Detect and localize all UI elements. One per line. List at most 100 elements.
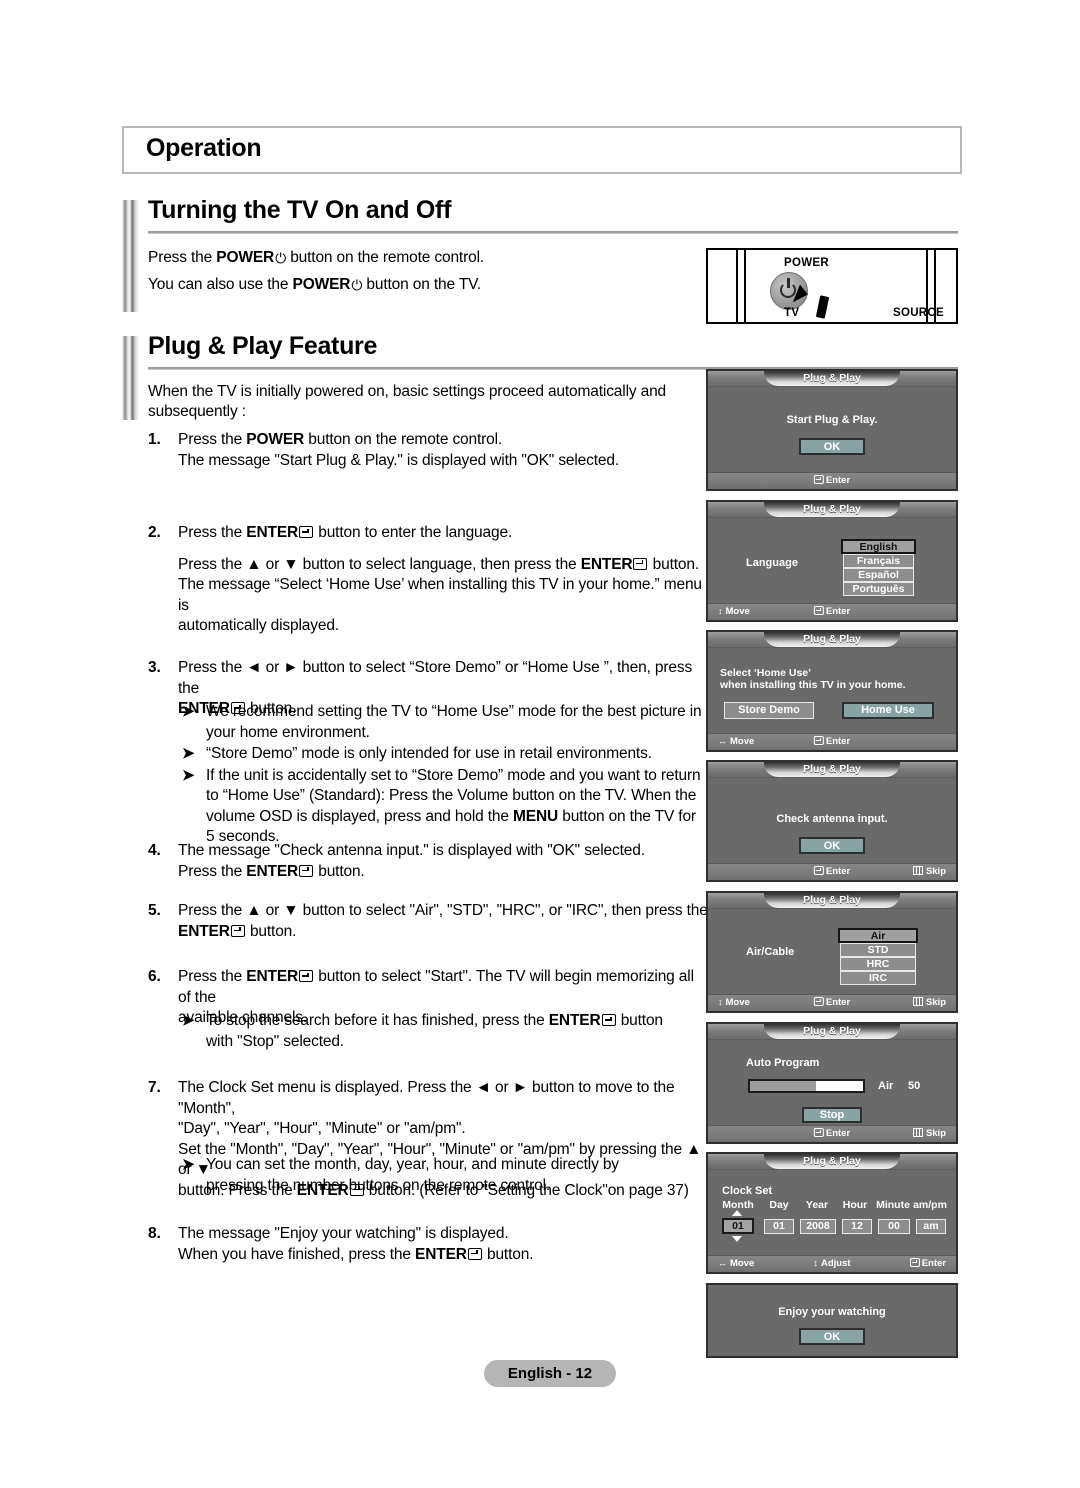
tv-front-panel-illustration: POWER TV SOURCE — [706, 248, 958, 324]
enter-icon — [813, 736, 824, 745]
step-1-line-1: Press the POWER button on the remote con… — [178, 431, 503, 448]
hint-move: ↔ Move — [718, 736, 754, 747]
tv-panel-power-label: POWER — [784, 257, 829, 269]
osd-hint-bar: Enter — [708, 472, 956, 489]
step-3-bullets: ➤ We recommend setting the TV to “Home Us… — [180, 702, 705, 849]
clock-field-minute[interactable]: 00 — [878, 1219, 910, 1234]
enter-icon — [299, 526, 314, 538]
hint-label: Move — [730, 736, 755, 747]
option-francais[interactable]: Français — [843, 554, 914, 568]
step-6-number: 6. — [148, 968, 161, 985]
osd-hint-bar: ↕ Move Enter Skip — [708, 994, 956, 1011]
option-portugues[interactable]: Português — [843, 582, 914, 596]
hint-enter: Enter — [813, 997, 850, 1008]
clock-field-ampm[interactable]: am — [916, 1219, 946, 1234]
option-espanol[interactable]: Español — [843, 568, 914, 582]
clock-header-minute: Minute — [876, 1199, 910, 1211]
clock-header-hour: Hour — [842, 1199, 868, 1211]
clock-field-month[interactable]: 01 — [722, 1218, 754, 1234]
hint-label: Skip — [925, 866, 946, 877]
osd-title: Plug & Play — [764, 632, 900, 647]
bullet-item: ➤ To stop the search before it has finish… — [180, 1011, 680, 1052]
osd-body: Language English Français Español Portug… — [708, 517, 956, 604]
step-1-number: 1. — [148, 431, 161, 448]
hint-label: Enter — [825, 475, 851, 486]
updown-icon: ↕ — [718, 606, 723, 616]
air-cable-label: Air/Cable — [746, 946, 795, 958]
spinner-up-icon — [732, 1210, 742, 1216]
option-std[interactable]: STD — [840, 943, 916, 957]
hint-label: Enter — [825, 736, 851, 747]
chapter-title-box: Operation — [122, 126, 962, 174]
enter-icon — [467, 1247, 482, 1260]
hint-move: ↔ Move — [718, 1258, 754, 1269]
scan-band-label: Air — [878, 1080, 894, 1092]
step-6-bullets: ➤ To stop the search before it has finish… — [180, 1011, 680, 1053]
scan-progress-fill — [750, 1081, 816, 1091]
hint-label: Enter — [825, 866, 851, 877]
hint-label: Move — [730, 1258, 755, 1269]
option-air[interactable]: Air — [838, 928, 918, 943]
turning-on-line-1: Press the POWER⏻ button on the remote co… — [148, 248, 484, 268]
option-english[interactable]: English — [841, 539, 916, 554]
osd-body: Enjoy your watching OK — [708, 1285, 956, 1356]
step-3-number: 3. — [148, 659, 161, 676]
osd-hint-bar: ↔ Move Enter — [708, 733, 956, 750]
step-7-line-1: The Clock Set menu is displayed. Press t… — [178, 1079, 675, 1117]
panel-seam-left-2 — [744, 250, 746, 322]
hint-label: Move — [725, 606, 750, 617]
option-irc[interactable]: IRC — [840, 971, 916, 985]
enter-icon — [601, 1014, 616, 1026]
osd-hint-bar: ↕ Move Enter — [708, 603, 956, 620]
hint-skip: Skip — [912, 1128, 946, 1139]
step-4-number: 4. — [148, 842, 161, 859]
step-4-line-1: The message "Check antenna input." is di… — [178, 842, 645, 859]
osd-panel-air-cable: Plug & Play Air/Cable Air STD HRC IRC ↕ M… — [706, 891, 958, 1013]
turning-on-line-2-pre: You can also use the — [148, 276, 293, 293]
ok-button[interactable]: OK — [799, 1328, 865, 1345]
manual-page: Operation Turning the TV On and Off Pres… — [0, 0, 1080, 1488]
skip-icon — [912, 866, 923, 875]
hint-label: Skip — [925, 997, 946, 1008]
arrow-bullet-icon: ➤ — [182, 745, 195, 762]
ok-button[interactable]: OK — [799, 438, 865, 455]
section-accent-bar — [122, 200, 139, 312]
store-demo-button[interactable]: Store Demo — [724, 702, 814, 719]
clock-field-day[interactable]: 01 — [764, 1219, 794, 1234]
ok-button[interactable]: OK — [799, 837, 865, 854]
hint-adjust: ↕ Adjust — [813, 1258, 850, 1269]
power-symbol-icon: ⏻ — [275, 250, 287, 266]
osd-title: Plug & Play — [764, 1154, 900, 1169]
tv-panel-tv-label: TV — [784, 307, 800, 319]
step-2-line-1: Press the ENTER button to enter the lang… — [178, 524, 513, 541]
bullet-text: “Store Demo” mode is only intended for u… — [206, 745, 652, 762]
turning-on-line-1-post: button on the remote control. — [286, 249, 485, 266]
power-symbol-icon-2: ⏻ — [351, 277, 363, 293]
osd-message: Start Plug & Play. — [786, 414, 878, 426]
osd-body: Auto Program Air 50 Stop — [708, 1039, 956, 1126]
osd-panel-home-use: Plug & Play Select ‘Home Use’ when insta… — [706, 630, 958, 752]
step-4: 4. The message "Check antenna input." is… — [148, 841, 708, 882]
osd-panel-clock-set: Plug & Play Clock Set Month Day Year Hou… — [706, 1152, 958, 1274]
option-hrc[interactable]: HRC — [840, 957, 916, 971]
clock-field-year[interactable]: 2008 — [800, 1219, 836, 1234]
hint-label: Enter — [921, 1258, 946, 1269]
osd-title: Plug & Play — [764, 762, 900, 777]
hint-label: Skip — [925, 1128, 946, 1139]
clock-field-hour[interactable]: 12 — [842, 1219, 872, 1234]
turning-on-line-2-bold: POWER — [292, 276, 351, 293]
osd-hint-bar: Enter Skip — [708, 1125, 956, 1142]
osd-panel-language: Plug & Play Language English Français Es… — [706, 500, 958, 622]
turning-on-line-1-pre: Press the — [148, 249, 217, 266]
step-8-body: The message "Enjoy your watching" is dis… — [178, 1224, 708, 1265]
plug-play-intro: When the TV is initially powered on, bas… — [148, 383, 667, 420]
bullet-text: We recommend setting the TV to “Home Use… — [206, 703, 702, 741]
step-1: 1. Press the POWER button on the remote … — [148, 430, 708, 471]
step-5-line-2: ENTER button. — [178, 922, 297, 940]
osd-title: Plug & Play — [764, 893, 900, 908]
osd-hint-bar: ↔ Move ↕ Adjust Enter — [708, 1255, 956, 1272]
hint-label: Enter — [825, 606, 851, 617]
home-use-button[interactable]: Home Use — [842, 702, 934, 719]
stop-button[interactable]: Stop — [802, 1107, 862, 1123]
osd-panel-start: Plug & Play Start Plug & Play. OK Enter — [706, 369, 958, 491]
